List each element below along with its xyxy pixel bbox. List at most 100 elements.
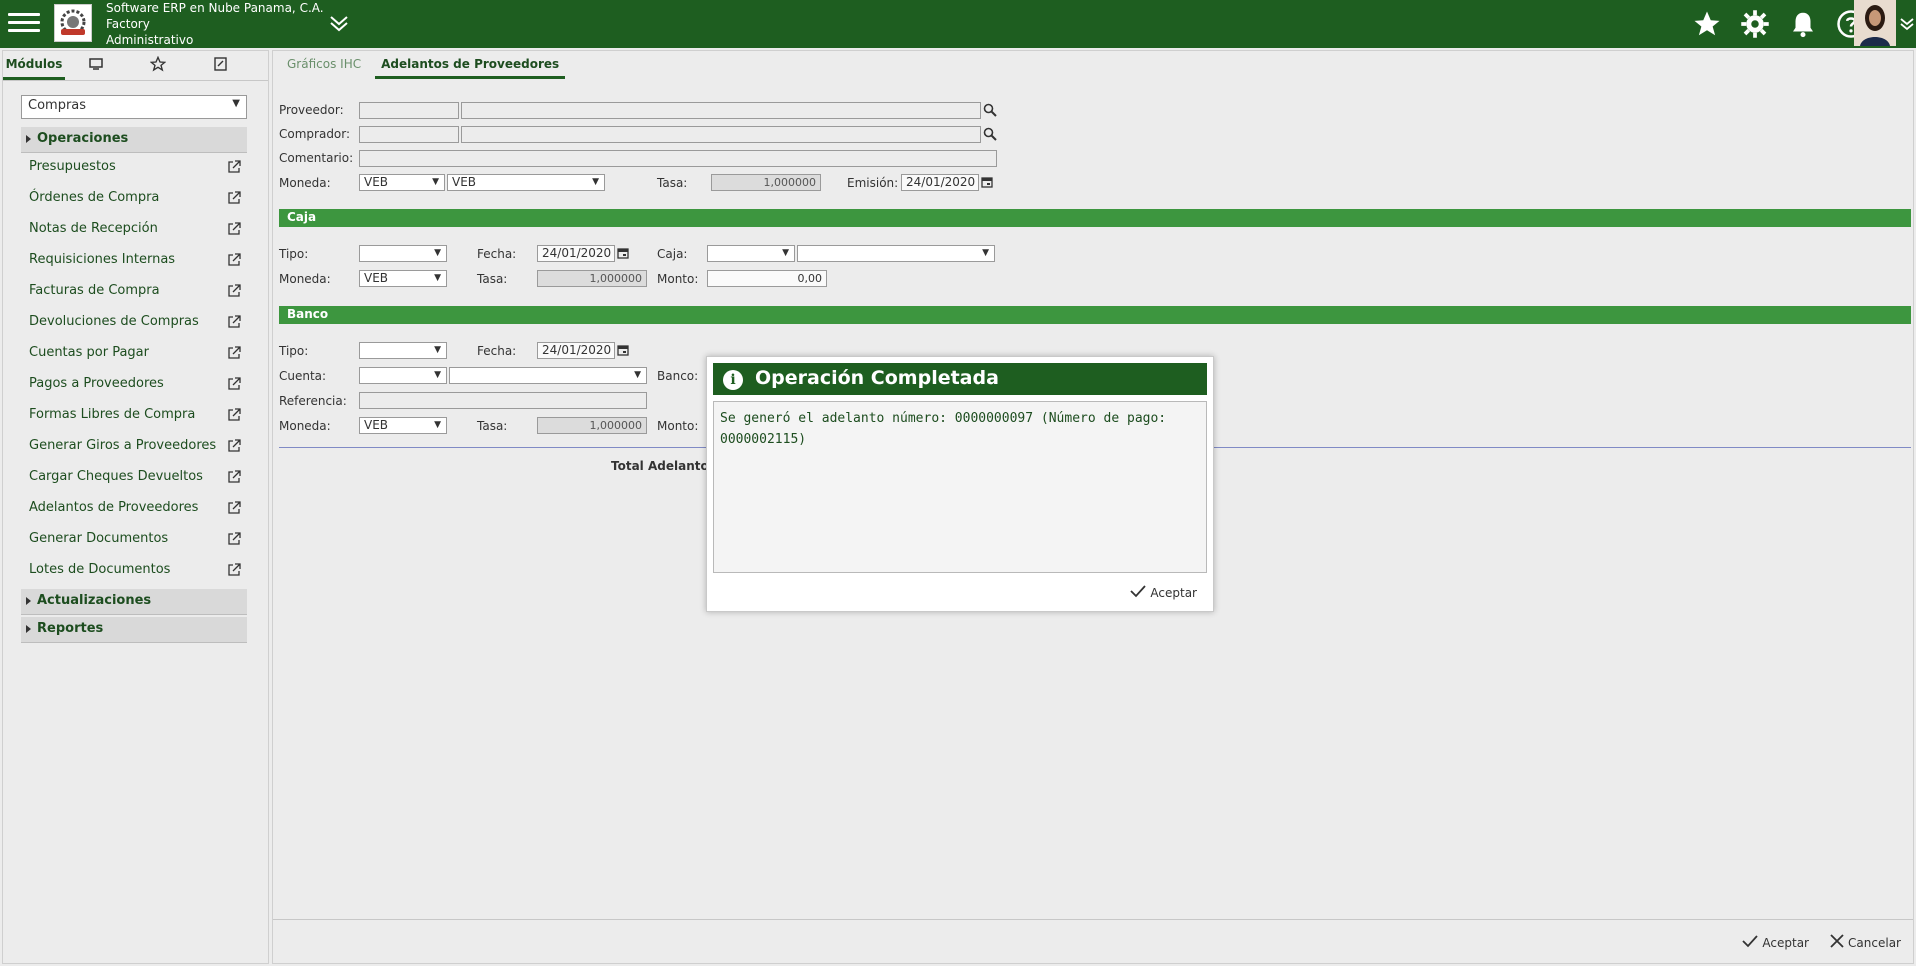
- banco-cuenta-code-select[interactable]: ▼: [359, 367, 447, 384]
- external-link-icon[interactable]: [227, 222, 241, 236]
- menu-item-label: Generar Documentos: [29, 531, 169, 546]
- tasa-input[interactable]: 1,000000: [711, 174, 821, 191]
- caja-moneda-label: Moneda:: [279, 272, 331, 286]
- tab-favorites[interactable]: [127, 51, 189, 80]
- chevron-down-icon: ▼: [434, 420, 441, 430]
- menu-item[interactable]: Pagos a Proveedores: [29, 376, 243, 398]
- caja-monto-input[interactable]: 0,00: [707, 270, 827, 287]
- menu-item[interactable]: Lotes de Documentos: [29, 562, 243, 584]
- comprador-code-input[interactable]: [359, 126, 459, 143]
- external-link-icon[interactable]: [227, 501, 241, 515]
- external-link-icon[interactable]: [227, 160, 241, 174]
- external-link-icon[interactable]: [227, 315, 241, 329]
- avatar[interactable]: [1854, 0, 1896, 46]
- group-operaciones[interactable]: Operaciones: [21, 127, 247, 153]
- menu-item[interactable]: Adelantos de Proveedores: [29, 500, 243, 522]
- tab-modulos[interactable]: Módulos: [3, 51, 65, 80]
- menu-icon[interactable]: [8, 8, 40, 40]
- gear-icon[interactable]: [1736, 6, 1774, 42]
- external-link-icon[interactable]: [227, 284, 241, 298]
- top-bar: Software ERP en Nube Panama, C.A. Factor…: [0, 0, 1916, 48]
- calendar-icon[interactable]: [617, 344, 629, 356]
- menu-item[interactable]: Formas Libres de Compra: [29, 407, 243, 429]
- caja-name-select[interactable]: ▼: [797, 245, 995, 262]
- calendar-icon[interactable]: [981, 176, 993, 188]
- group-reportes[interactable]: Reportes: [21, 617, 247, 643]
- external-link-icon[interactable]: [227, 377, 241, 391]
- external-link-icon[interactable]: [227, 346, 241, 360]
- dialog-accept-button[interactable]: Aceptar: [1130, 584, 1197, 601]
- company-role: Administrativo: [106, 33, 194, 47]
- tab-adelantos-proveedores[interactable]: Adelantos de Proveedores: [375, 51, 566, 79]
- menu-item[interactable]: Presupuestos: [29, 159, 243, 181]
- menu-item-label: Devoluciones de Compras: [29, 314, 199, 329]
- banco-fecha-input[interactable]: 24/01/2020: [537, 342, 615, 359]
- proveedor-name-input[interactable]: [461, 102, 981, 119]
- banco-moneda-value: VEB: [364, 418, 389, 432]
- moneda-name-select[interactable]: VEB ▼: [447, 174, 605, 191]
- external-link-icon[interactable]: [227, 253, 241, 267]
- emision-date-input[interactable]: 24/01/2020: [901, 174, 979, 191]
- banco-tasa-input[interactable]: 1,000000: [537, 417, 647, 434]
- chevron-down-icon[interactable]: [1898, 14, 1916, 32]
- menu-item[interactable]: Requisiciones Internas: [29, 252, 243, 274]
- comentario-input[interactable]: [359, 150, 997, 167]
- menu-item[interactable]: Notas de Recepción: [29, 221, 243, 243]
- comprador-name-input[interactable]: [461, 126, 981, 143]
- external-link-icon[interactable]: [227, 191, 241, 205]
- group-label: Operaciones: [37, 131, 129, 146]
- operation-completed-dialog: i Operación Completada Se generó el adel…: [706, 356, 1214, 612]
- caja-tipo-select[interactable]: ▼: [359, 245, 447, 262]
- external-link-icon[interactable]: [227, 563, 241, 577]
- menu-item[interactable]: Generar Documentos: [29, 531, 243, 553]
- menu-item-label: Notas de Recepción: [29, 221, 158, 236]
- search-icon[interactable]: [983, 127, 997, 141]
- company-branch: Factory: [106, 17, 150, 31]
- accept-button[interactable]: Aceptar: [1742, 934, 1809, 951]
- banco-tipo-select[interactable]: ▼: [359, 342, 447, 359]
- caja-code-select[interactable]: ▼: [707, 245, 795, 262]
- menu-item[interactable]: Generar Giros a Proveedores: [29, 438, 243, 460]
- calendar-icon[interactable]: [617, 247, 629, 259]
- tab-graficos-ihc[interactable]: Gráficos IHC: [281, 51, 367, 79]
- tab-monitor[interactable]: [65, 51, 127, 80]
- caja-fecha-input[interactable]: 24/01/2020: [537, 245, 615, 262]
- menu-item-label: Pagos a Proveedores: [29, 376, 164, 391]
- banco-referencia-input[interactable]: [359, 392, 647, 409]
- comprador-label: Comprador:: [279, 127, 351, 141]
- external-link-icon[interactable]: [227, 408, 241, 422]
- menu-item[interactable]: Cargar Cheques Devueltos: [29, 469, 243, 491]
- moneda-code-select[interactable]: VEB ▼: [359, 174, 445, 191]
- group-actualizaciones[interactable]: Actualizaciones: [21, 589, 247, 615]
- monitor-icon: [89, 58, 103, 73]
- caja-tasa-input[interactable]: 1,000000: [537, 270, 647, 287]
- caja-moneda-value: VEB: [364, 271, 389, 285]
- external-link-icon[interactable]: [227, 439, 241, 453]
- cancel-button[interactable]: Cancelar: [1830, 934, 1901, 951]
- menu-item[interactable]: Cuentas por Pagar: [29, 345, 243, 367]
- banco-section-header: Banco: [279, 306, 1911, 324]
- banco-moneda-label: Moneda:: [279, 419, 331, 433]
- external-link-icon[interactable]: [227, 532, 241, 546]
- check-icon: [1130, 584, 1147, 601]
- menu-item[interactable]: Órdenes de Compra: [29, 190, 243, 212]
- module-select[interactable]: Compras ▼: [21, 95, 247, 119]
- chevron-down-icon[interactable]: [326, 10, 352, 36]
- menu-item[interactable]: Facturas de Compra: [29, 283, 243, 305]
- bell-icon[interactable]: [1784, 6, 1822, 42]
- chevron-down-icon: ▼: [782, 248, 789, 258]
- proveedor-code-input[interactable]: [359, 102, 459, 119]
- menu-item[interactable]: Devoluciones de Compras: [29, 314, 243, 336]
- banco-moneda-select[interactable]: VEB ▼: [359, 417, 447, 434]
- moneda-code-value: VEB: [364, 175, 389, 189]
- banco-fecha-label: Fecha:: [477, 344, 517, 358]
- tab-documents[interactable]: [189, 51, 251, 80]
- banco-cuenta-name-select[interactable]: ▼: [449, 367, 647, 384]
- dialog-accept-label: Aceptar: [1150, 585, 1197, 600]
- caja-section-header: Caja: [279, 209, 1911, 227]
- star-icon[interactable]: [1688, 6, 1726, 42]
- bottom-action-bar: Aceptar Cancelar: [273, 919, 1913, 963]
- caja-moneda-select[interactable]: VEB ▼: [359, 270, 447, 287]
- external-link-icon[interactable]: [227, 470, 241, 484]
- search-icon[interactable]: [983, 103, 997, 117]
